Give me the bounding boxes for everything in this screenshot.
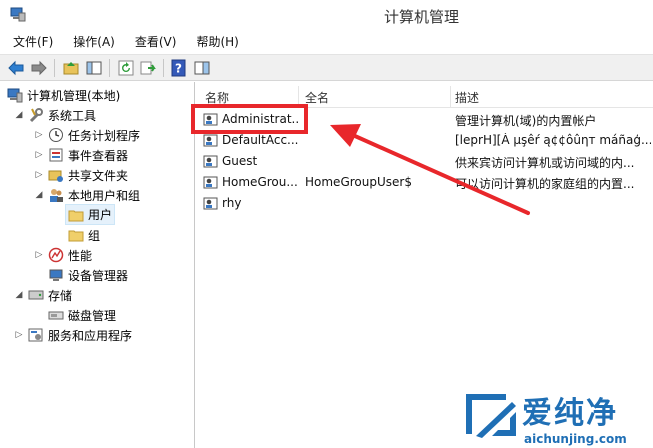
expand-arrow-icon[interactable]: ▷: [34, 250, 44, 260]
user-account-icon: [203, 134, 218, 147]
tree-item-shared-folders[interactable]: 共享文件夹: [48, 165, 128, 185]
show-hide-tree-icon[interactable]: [85, 59, 103, 77]
tree-item-label: 用户: [88, 208, 113, 222]
toolbar-separator: [54, 59, 55, 77]
refresh-icon[interactable]: [117, 59, 135, 77]
expand-arrow-icon[interactable]: ▷: [34, 170, 44, 180]
cell-description: [leprH][À µşêŕ ą¢¢ôûηт máñaģ...: [455, 133, 651, 147]
watermark-url: aichunjing.com: [524, 432, 627, 446]
toolbar: ?: [0, 54, 653, 81]
help-icon[interactable]: ?: [170, 59, 188, 77]
menu-help[interactable]: 帮助(H): [182, 31, 244, 52]
tree-item-services-applications[interactable]: 服务和应用程序: [28, 325, 132, 345]
tree-item-system-tools[interactable]: 系统工具: [28, 105, 96, 125]
cell-fullname: HomeGroupUser$: [305, 175, 412, 189]
tree-item-label: 服务和应用程序: [48, 328, 133, 343]
tree-item-label: 组: [88, 228, 101, 243]
tree-item-label: 事件查看器: [68, 148, 129, 163]
menu-action[interactable]: 操作(A): [59, 31, 121, 52]
back-arrow-icon[interactable]: [7, 59, 25, 77]
performance-icon: [48, 247, 64, 263]
collapse-arrow-icon[interactable]: ◢: [14, 290, 24, 300]
expand-arrow-icon[interactable]: ▷: [34, 130, 44, 140]
column-header-description[interactable]: 描述: [455, 89, 479, 106]
clock-icon: [49, 128, 63, 142]
cell-description: 管理计算机(域)的内置帐户: [455, 114, 597, 128]
column-header-fullname[interactable]: 全名: [305, 89, 329, 106]
cell-name: HomeGrou...: [222, 175, 298, 189]
tree-item-computer-management[interactable]: 计算机管理(本地): [7, 85, 120, 105]
user-account-icon: [203, 155, 218, 168]
svg-text:?: ?: [175, 62, 182, 76]
tree-item-disk-management[interactable]: 磁盘管理: [48, 305, 116, 325]
tree-item-groups[interactable]: 组: [68, 225, 100, 245]
tree-item-label: 共享文件夹: [68, 168, 129, 183]
tree-item-label: 系统工具: [48, 108, 97, 123]
tools-icon: [29, 108, 43, 123]
up-folder-icon[interactable]: [62, 59, 80, 77]
cell-name: rhy: [222, 196, 242, 210]
folder-icon: [68, 210, 84, 221]
menu-view[interactable]: 查看(V): [121, 31, 183, 52]
cell-name: DefaultAcc...: [222, 133, 298, 147]
tree-item-label: 任务计划程序: [68, 128, 141, 143]
storage-icon: [28, 290, 44, 300]
tree-item-device-manager[interactable]: 设备管理器: [48, 265, 128, 285]
properties-view-icon[interactable]: [193, 59, 211, 77]
tree-item-label: 设备管理器: [68, 268, 129, 283]
tree-item-storage[interactable]: 存储: [28, 285, 72, 305]
menu-bar: 文件(F) 操作(A) 查看(V) 帮助(H): [0, 31, 653, 52]
user-account-icon: [203, 176, 218, 189]
expand-arrow-icon[interactable]: ▷: [34, 150, 44, 160]
forward-arrow-icon[interactable]: [30, 59, 48, 77]
table-row[interactable]: rhy: [197, 193, 653, 214]
tree-item-performance[interactable]: 性能: [48, 245, 92, 265]
user-account-icon: [203, 197, 218, 210]
menu-file[interactable]: 文件(F): [0, 31, 59, 52]
event-viewer-icon: [49, 148, 63, 162]
export-list-icon[interactable]: [139, 59, 157, 77]
tree-item-label: 本地用户和组: [68, 188, 141, 203]
disk-icon: [48, 311, 64, 320]
tree-item-label: 磁盘管理: [68, 308, 117, 323]
tree-item-users[interactable]: 用户: [65, 204, 116, 225]
device-manager-icon: [49, 269, 63, 281]
column-divider[interactable]: [450, 86, 451, 108]
toolbar-separator: [163, 59, 164, 77]
highlight-box: [191, 104, 308, 134]
folder-icon: [68, 230, 84, 242]
users-icon: [50, 189, 63, 202]
tree-item-local-users-groups[interactable]: 本地用户和组: [48, 185, 140, 205]
navigation-tree: 计算机管理(本地) ◢ 系统工具 ▷ 任务计划程序 ▷ 事件查看器 ▷ 共享文件…: [0, 82, 195, 448]
shared-folder-icon: [48, 170, 63, 182]
tree-item-label: 存储: [48, 288, 73, 303]
computer-icon: [7, 88, 23, 103]
cell-name: Guest: [222, 154, 258, 168]
watermark-brand: 爱纯净: [522, 396, 618, 431]
toolbar-separator: [109, 59, 110, 77]
tree-item-label: 性能: [68, 248, 93, 263]
tree-item-event-viewer[interactable]: 事件查看器: [48, 145, 128, 165]
collapse-arrow-icon[interactable]: ◢: [14, 110, 24, 120]
title-bar: 计算机管理: [0, 0, 653, 30]
table-row[interactable]: Guest 供来宾访问计算机或访问域的内...: [197, 151, 653, 172]
watermark: 爱纯净 aichunjing.com: [460, 392, 650, 448]
expand-arrow-icon[interactable]: ▷: [14, 330, 24, 340]
tree-item-label: 计算机管理(本地): [27, 88, 121, 103]
table-row[interactable]: HomeGrou... HomeGroupUser$ 可以访问计算机的家庭组的内…: [197, 172, 653, 193]
cell-description: 供来宾访问计算机或访问域的内...: [455, 156, 635, 170]
collapse-arrow-icon[interactable]: ◢: [34, 190, 44, 200]
window-title: 计算机管理: [383, 8, 459, 26]
cell-description: 可以访问计算机的家庭组的内置...: [455, 177, 635, 191]
watermark-logo-icon: [466, 394, 516, 438]
tree-item-task-scheduler[interactable]: 任务计划程序: [48, 125, 140, 145]
services-icon: [28, 328, 43, 342]
